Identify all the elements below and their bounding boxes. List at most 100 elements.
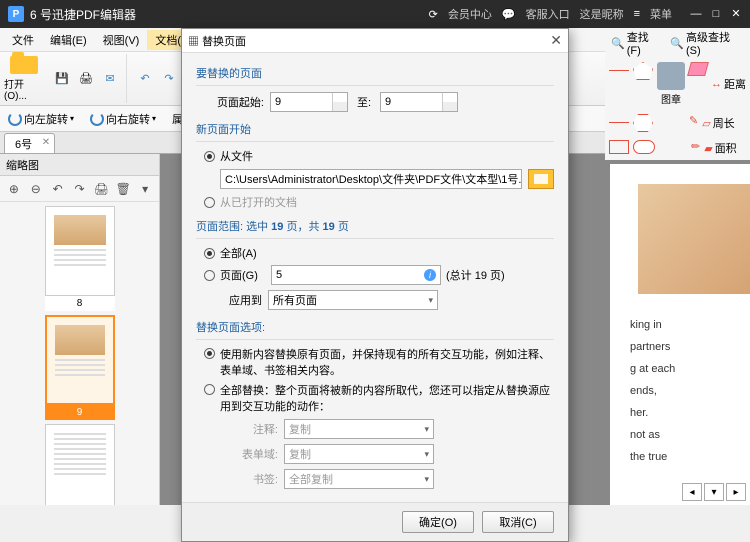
opt-replace-all-radio[interactable]: 全部替换：整个页面将被新的内容所取代，您还可以指定从替换源应用到交互功能的动作： [196,382,554,414]
tab-close-icon[interactable]: ✕ [42,137,50,148]
section-replace: 要替换的页面 [196,61,554,86]
opt-keep-radio[interactable]: 使用新内容替换原有页面，并保持现有的所有交互功能，例如注释、表单域、书签相关内容… [196,346,554,378]
scroll-left-button[interactable]: ◂ [682,483,702,501]
brush-icon[interactable]: ✏ [691,140,700,156]
browse-button[interactable] [528,169,554,189]
arrow-icon[interactable] [609,122,629,124]
redo-icon[interactable]: ↷ [157,67,181,91]
annot-select: 复制 [284,419,434,439]
zoom-out-icon[interactable]: ⊖ [26,179,46,199]
form-label: 表单域: [228,446,278,462]
thumb-8[interactable]: 8 [45,206,115,311]
rotate-right-icon [90,112,104,126]
dialog-title: 替换页面 [202,36,246,48]
replace-pages-dialog: ▦ 替换页面 ✕ 要替换的页面 页面起始: 9 至: 9 新页面开始 从文件 C… [181,28,569,542]
from-file-radio[interactable]: 从文件 [196,148,554,164]
thumb-rot-left-icon[interactable]: ↶ [48,179,68,199]
bookmark-label: 书签: [228,471,278,487]
document-tab[interactable]: 6号 ✕ [4,133,55,153]
scroll-right-button[interactable]: ▸ [726,483,746,501]
scroll-controls: ◂ ▾ ▸ [682,483,746,501]
mail-icon[interactable]: ✉ [98,67,122,91]
zoom-in-icon[interactable]: ⊕ [4,179,24,199]
menu-view[interactable]: 视图(V) [95,30,148,50]
ok-button[interactable]: 确定(O) [402,511,474,533]
apply-to-select[interactable]: 所有页面 [268,290,438,310]
thumbnails-sidebar: 缩略图 ⊕ ⊖ ↶ ↷ 🖨 🗑 ▾ 8 9 10 [0,154,160,505]
maximize-button[interactable]: □ [710,8,722,20]
support-link[interactable]: 客服入口 [526,6,570,22]
cancel-button[interactable]: 取消(C) [482,511,554,533]
section-options: 替换页面选项: [196,315,554,340]
thumb-rot-right-icon[interactable]: ↷ [70,179,90,199]
dialog-icon: ▦ [188,36,199,48]
area-button[interactable]: ▰面积 [704,140,736,156]
find-button[interactable]: 🔍查找(F) [609,27,664,59]
hexagon-icon[interactable] [633,114,653,132]
page-end-input[interactable]: 9 [380,92,458,112]
scroll-menu-button[interactable]: ▾ [704,483,724,501]
right-panel: 🔍查找(F) 🔍高级查找(S) 图章 ↔距离 ✎ ▱周长 ✏ ▰面积 [605,28,750,160]
pentagon-icon[interactable] [633,62,653,80]
radio-icon [204,248,215,259]
rotate-right-button[interactable]: 向右旋转▾ [86,109,160,129]
thumb-print-icon[interactable]: 🖨 [91,179,111,199]
thumb-9[interactable]: 9 [45,315,115,420]
page-start-label: 页面起始: [204,94,264,110]
menu-link[interactable]: 菜单 [650,6,672,22]
from-open-radio[interactable]: 从已打开的文档 [196,194,554,210]
radio-icon [204,270,215,281]
adv-find-button[interactable]: 🔍高级查找(S) [668,27,746,59]
stamp-icon [657,62,685,90]
rotate-left-icon [8,112,22,126]
undo-icon[interactable]: ↶ [133,67,157,91]
cloud-icon[interactable] [633,140,655,154]
all-radio[interactable]: 全部(A) [196,245,554,261]
apply-to-label: 应用到 [220,292,262,308]
refresh-icon[interactable]: ⟳ [429,8,438,21]
open-button[interactable]: 打开(O)... [4,56,44,102]
annot-label: 注释: [228,421,278,437]
form-select: 复制 [284,444,434,464]
bookmark-select: 全部复制 [284,469,434,489]
perimeter-button[interactable]: ▱周长 [702,114,734,132]
search-icon: 🔍 [670,37,684,50]
save-icon[interactable]: 💾 [50,67,74,91]
document-text: king inpartnersg at eachends,her.not ast… [630,314,750,468]
close-button[interactable]: ✕ [730,8,742,20]
minimize-button[interactable]: — [690,8,702,20]
file-path-input[interactable]: C:\Users\Administrator\Desktop\文件夹\PDF文件… [220,169,522,189]
dialog-titlebar[interactable]: ▦ 替换页面 ✕ [182,29,568,53]
radio-icon [204,384,215,395]
chat-icon[interactable]: 💬 [502,8,516,21]
folder-icon [10,56,38,74]
section-range: 页面范围: 选中 19 页，共 19 页 [196,214,554,239]
menu-file[interactable]: 文件 [4,30,42,50]
page-start-input[interactable]: 9 [270,92,348,112]
dialog-close-button[interactable]: ✕ [550,32,562,49]
thumb-item[interactable] [45,424,115,505]
thumb-delete-icon[interactable]: 🗑 [113,179,133,199]
pencil-icon[interactable]: ✎ [689,114,698,132]
hamburger-icon[interactable]: ≡ [634,8,640,20]
line-icon[interactable] [609,70,629,72]
eraser-icon[interactable] [687,62,709,76]
info-icon[interactable]: i [424,269,436,281]
app-title: 6 号迅捷PDF编辑器 [30,6,429,23]
distance-button[interactable]: ↔距离 [711,62,746,106]
radio-icon [204,151,215,162]
pages-input[interactable]: 5i [271,265,441,285]
pages-radio[interactable]: 页面(G) 5i (总计 19 页) [196,265,554,285]
nickname: 这是昵称 [580,6,624,22]
rect-icon[interactable] [609,140,629,154]
rotate-left-button[interactable]: 向左旋转▾ [4,109,78,129]
thumb-more-icon[interactable]: ▾ [135,179,155,199]
search-icon: 🔍 [611,37,625,50]
radio-icon [204,348,215,359]
stamp-button[interactable]: 图章 [657,62,685,106]
print-icon[interactable]: 🖨 [74,67,98,91]
member-link[interactable]: 会员中心 [448,6,492,22]
document-image [638,184,750,294]
menu-edit[interactable]: 编辑(E) [42,30,95,50]
folder-icon [534,174,548,184]
